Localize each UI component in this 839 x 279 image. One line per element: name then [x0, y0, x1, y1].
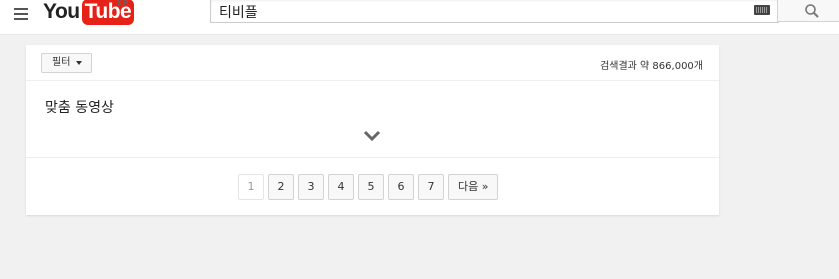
page-button-7[interactable]: 7 [418, 174, 444, 200]
results-card: 필터 검색결과 약 866,000개 맞춤 동영상 1 2 3 4 5 6 7 … [26, 45, 719, 215]
masthead: You Tube KR 티비플 [0, 0, 839, 35]
search-icon [805, 4, 819, 18]
filter-bar: 필터 검색결과 약 866,000개 [26, 45, 719, 81]
chevron-down-icon[interactable] [363, 130, 381, 142]
search-button[interactable] [777, 0, 839, 22]
keyboard-icon[interactable] [754, 5, 770, 15]
search-field[interactable]: 티비플 [210, 0, 779, 23]
filter-button[interactable]: 필터 [41, 53, 93, 73]
divider [26, 157, 719, 158]
page-button-3[interactable]: 3 [298, 174, 324, 200]
hamburger-menu-icon[interactable] [14, 8, 28, 20]
section-title: 맞춤 동영상 [45, 100, 114, 116]
page-button-6[interactable]: 6 [388, 174, 414, 200]
result-count: 검색결과 약 866,000개 [600, 61, 703, 72]
page-button-5[interactable]: 5 [358, 174, 384, 200]
page-button-4[interactable]: 4 [328, 174, 354, 200]
logo-text-you: You [43, 0, 80, 23]
pagination: 1 2 3 4 5 6 7 다음 » [238, 174, 499, 200]
filter-label: 필터 [52, 57, 71, 68]
logo-country-code: KR [117, 0, 130, 9]
dropdown-arrow-icon [76, 61, 83, 65]
page-button-1: 1 [238, 174, 264, 200]
page-button-2[interactable]: 2 [268, 174, 294, 200]
search-input[interactable]: 티비플 [219, 2, 258, 22]
next-page-button[interactable]: 다음 » [448, 174, 499, 200]
